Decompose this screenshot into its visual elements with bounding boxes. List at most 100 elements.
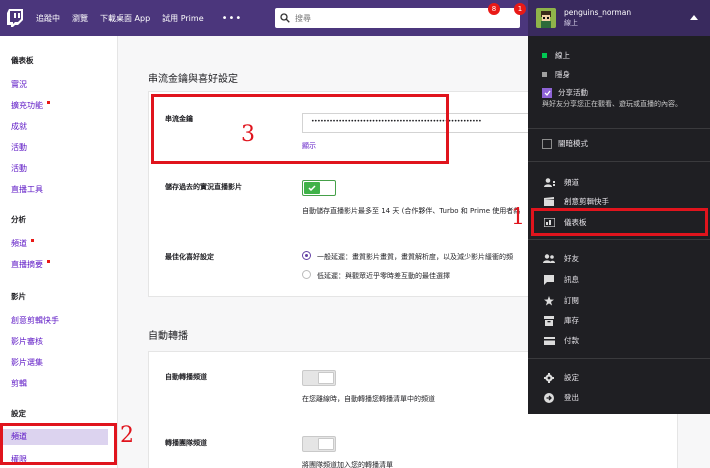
store-past-broadcasts-label: 儲存過去的實況直播影片 [165, 183, 242, 191]
menu-item-subscriptions[interactable]: 訂閱 [542, 295, 579, 306]
menu-item-label: 頻道 [564, 178, 579, 187]
menu-item-inventory[interactable]: 庫存 [542, 315, 579, 326]
sidebar: 儀表板 實況 擴充功能 成就 活動 活動 直播工具 分析 頻道 直播摘要 影片 … [0, 36, 118, 468]
menu-item-friends[interactable]: 好友 [542, 253, 579, 264]
toggle-knob [304, 182, 320, 194]
sidebar-heading-video: 影片 [11, 292, 26, 301]
status-online-label: 線上 [555, 51, 570, 60]
team-host-desc: 將團隊頻道加入您的轉播清單 [302, 461, 393, 468]
annotation-box-channel-settings [0, 423, 117, 465]
team-host-toggle[interactable] [302, 436, 336, 452]
checkmark-icon [308, 185, 316, 191]
share-activity-option[interactable]: 分享活動 [542, 87, 588, 98]
annotation-number-three: 3 [241, 122, 255, 147]
dark-mode-checkbox[interactable] [542, 138, 552, 149]
person-icon [542, 178, 556, 187]
gear-icon [542, 372, 556, 383]
sidebar-item-stream-summary[interactable]: 直播摘要 [11, 259, 50, 270]
user-menu-toggle[interactable]: penguins_norman 線上 [528, 0, 710, 36]
caret-up-icon [690, 15, 698, 20]
menu-divider [528, 239, 710, 240]
nav-download-app[interactable]: 下載桌面 App [100, 13, 150, 24]
menu-divider [528, 128, 710, 129]
autohost-toggle[interactable] [302, 370, 336, 386]
status-invisible-label: 隱身 [555, 70, 570, 79]
sidebar-item-events[interactable]: 活動 [11, 142, 27, 153]
sidebar-item-clips[interactable]: 創意剪輯快手 [11, 315, 59, 326]
menu-item-label: 登出 [564, 393, 579, 402]
annotation-number-two: 2 [120, 423, 134, 448]
menu-item-logout[interactable]: 登出 [542, 392, 579, 403]
sidebar-item-live[interactable]: 實況 [11, 79, 27, 90]
sidebar-item-collections[interactable]: 影片選集 [11, 357, 43, 368]
latency-low-radio[interactable] [302, 270, 311, 279]
menu-item-label: 好友 [564, 254, 579, 263]
section-title-stream-key: 串流金鑰與喜好設定 [148, 74, 238, 85]
status-online-option[interactable]: 線上 [542, 50, 570, 61]
sidebar-item-activity[interactable]: 活動 [11, 163, 27, 174]
credit-card-icon [542, 336, 556, 345]
autohost-label: 自動轉播頻道 [165, 373, 207, 381]
new-indicator-dot [47, 260, 50, 263]
menu-item-label: 訊息 [564, 275, 579, 284]
latency-normal-radio[interactable] [302, 251, 311, 260]
nav-following[interactable]: 追蹤中 [36, 13, 60, 24]
share-activity-desc: 與好友分享您正在觀看、遊玩或直播的內容。 [542, 100, 682, 108]
logout-arrow-icon [542, 392, 556, 403]
sidebar-item-achievements[interactable]: 成就 [11, 121, 27, 132]
checkmark-icon [544, 90, 551, 96]
twitch-logo-icon[interactable] [2, 0, 28, 36]
menu-divider [528, 358, 710, 359]
menu-item-channel[interactable]: 頻道 [542, 177, 579, 188]
dark-mode-option[interactable]: 闇暗模式 [542, 138, 588, 149]
nav-try-prime[interactable]: 試用 Prime [162, 13, 203, 24]
online-status-dot [542, 53, 547, 58]
search-input[interactable] [295, 13, 505, 23]
menu-item-label: 訂閱 [564, 296, 579, 305]
top-navigation: 追蹤中 瀏覽 下載桌面 App 試用 Prime ••• 8 1 penguin… [0, 0, 710, 36]
prime-crown-button[interactable]: 8 [477, 3, 500, 27]
store-past-broadcasts-toggle[interactable] [302, 180, 336, 196]
sidebar-item-broadcast-tools[interactable]: 直播工具 [11, 184, 43, 195]
menu-item-payments[interactable]: 付款 [542, 335, 579, 346]
sidebar-item-extensions[interactable]: 擴充功能 [11, 100, 50, 111]
status-invisible-option[interactable]: 隱身 [542, 69, 570, 80]
avatar [536, 8, 556, 28]
notifications-button[interactable]: 1 [503, 3, 526, 27]
sidebar-heading-dashboard: 儀表板 [11, 56, 34, 65]
menu-item-label: 付款 [564, 336, 579, 345]
menu-item-settings[interactable]: 設定 [542, 372, 579, 383]
nav-browse[interactable]: 瀏覽 [72, 13, 88, 24]
sidebar-heading-settings: 設定 [11, 409, 26, 418]
menu-item-messages[interactable]: 訊息 [542, 274, 579, 285]
star-icon [542, 295, 556, 306]
share-activity-checkbox[interactable] [542, 87, 552, 98]
annotation-box-stream-key [151, 94, 449, 164]
sidebar-item-edits[interactable]: 剪輯 [11, 378, 27, 389]
search-icon [280, 13, 290, 23]
latency-normal-label: 一般延遲：畫質影片畫質，畫質解析度，以及減少影片緩衝的頻 [317, 253, 513, 261]
sidebar-item-label: 頻道 [11, 239, 27, 248]
username: penguins_norman [564, 8, 632, 17]
section-title-autohost: 自動轉播 [148, 331, 188, 342]
team-host-label: 轉播團隊頻道 [165, 439, 207, 447]
autohost-desc: 在您離線時，自動轉播您轉播清單中的頻道 [302, 395, 435, 403]
friends-icon [542, 254, 556, 263]
sidebar-item-video-review[interactable]: 影片審核 [11, 336, 43, 347]
new-indicator-dot [31, 239, 34, 242]
store-past-broadcasts-desc: 自動儲存直播影片最多至 14 天 (合作夥伴、Turbo 和 Prime 使用者… [302, 207, 521, 215]
sidebar-heading-analytics: 分析 [11, 215, 26, 224]
sidebar-item-label: 直播摘要 [11, 260, 43, 269]
menu-item-label: 庫存 [564, 316, 579, 325]
inventory-box-icon [542, 315, 556, 326]
latency-label: 最佳化喜好設定 [165, 253, 214, 261]
menu-divider [528, 161, 710, 162]
new-indicator-dot [47, 101, 50, 104]
menu-item-label: 設定 [564, 373, 579, 382]
annotation-number-one: 1 [511, 205, 525, 230]
more-menu-button[interactable]: ••• [222, 13, 243, 24]
menu-item-label: 創意剪輯快手 [564, 197, 609, 206]
sidebar-item-channel-analytics[interactable]: 頻道 [11, 238, 34, 249]
menu-item-clips[interactable]: 創意剪輯快手 [542, 196, 609, 207]
message-bubble-icon [542, 274, 556, 285]
